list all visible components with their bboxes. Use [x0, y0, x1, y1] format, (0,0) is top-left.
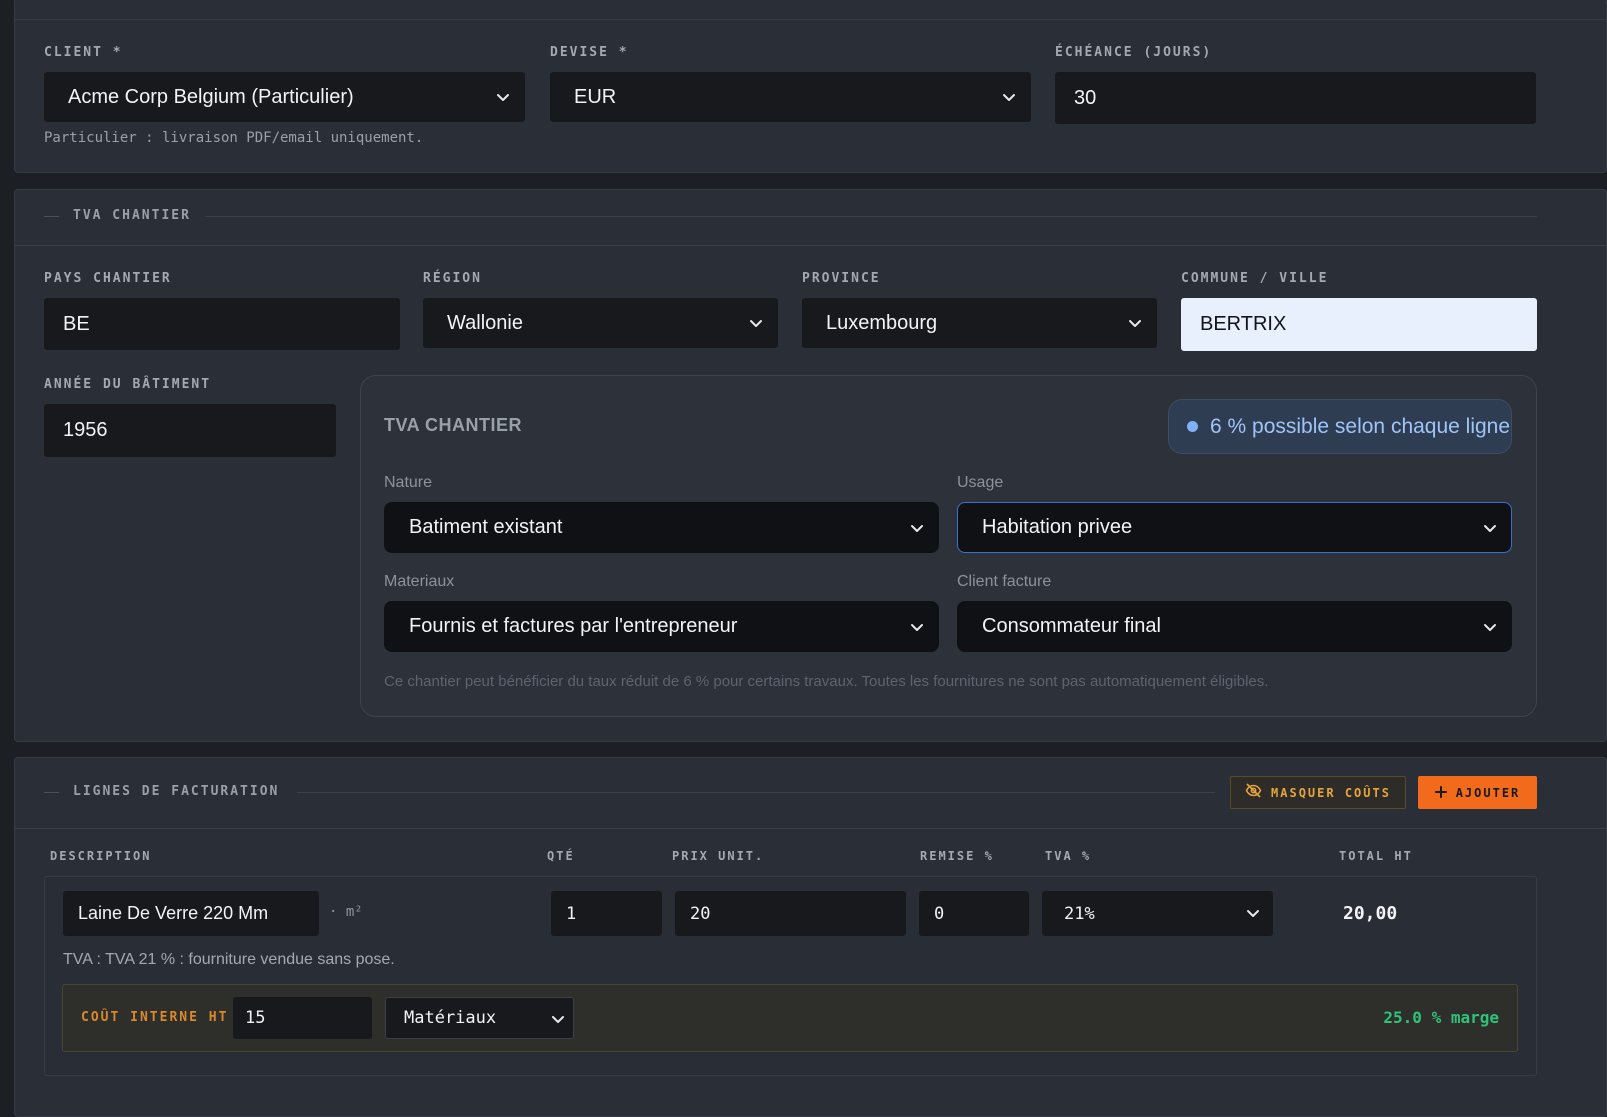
- region-select-value: Wallonie: [447, 311, 523, 334]
- margin-value: 25.0 % marge: [1383, 1008, 1499, 1027]
- line-total: 20,00: [1343, 903, 1398, 924]
- cost-category-select[interactable]: Matériaux: [385, 997, 574, 1039]
- add-line-label: AJOUTER: [1455, 785, 1521, 800]
- client-select[interactable]: Acme Corp Belgium (Particulier): [44, 72, 525, 122]
- title-dash: [44, 216, 59, 217]
- column-header-price: PRIX UNIT.: [672, 849, 765, 863]
- unit-label: · m²: [329, 904, 363, 920]
- chevron-down-icon: [1126, 314, 1144, 332]
- column-header-tva: TVA %: [1045, 849, 1092, 863]
- qty-input[interactable]: 1: [551, 891, 662, 936]
- annee-input[interactable]: 1956: [44, 404, 336, 457]
- title-rule: [297, 792, 1215, 793]
- panel-top-divider: [15, 19, 1607, 20]
- devise-select[interactable]: EUR: [550, 72, 1031, 122]
- tva-card-note: Ce chantier peut bénéficier du taux rédu…: [384, 673, 1269, 690]
- tva-select-value: 21%: [1064, 903, 1095, 924]
- client-label: CLIENT *: [44, 45, 123, 60]
- description-input-value: Laine De Verre 220 Mm: [78, 903, 269, 923]
- tva-select[interactable]: 21%: [1042, 891, 1273, 936]
- lignes-title: LIGNES DE FACTURATION: [73, 784, 280, 799]
- client-hint: Particulier : livraison PDF/email unique…: [44, 130, 424, 146]
- panel-divider: [15, 245, 1607, 246]
- echeance-label: ÉCHÉANCE (JOURS): [1055, 45, 1213, 60]
- region-label: RÉGION: [423, 271, 482, 286]
- cost-category-select-value: Matériaux: [404, 1008, 497, 1028]
- usage-label: Usage: [957, 474, 1004, 491]
- chevron-down-icon: [1244, 904, 1262, 927]
- internal-cost-label: COÛT INTERNE HT: [81, 1010, 229, 1025]
- chevron-down-icon: [1481, 519, 1499, 537]
- column-header-discount: REMISE %: [920, 849, 994, 863]
- chevron-down-icon: [494, 88, 512, 106]
- commune-label: COMMUNE / VILLE: [1181, 271, 1329, 286]
- usage-select-value: Habitation privee: [982, 516, 1133, 538]
- commune-input[interactable]: BERTRIX: [1181, 298, 1537, 351]
- echeance-input[interactable]: 30: [1055, 72, 1536, 124]
- price-input[interactable]: 20: [675, 891, 906, 936]
- nature-select-value: Batiment existant: [409, 516, 563, 538]
- tva-card-title: TVA CHANTIER: [384, 415, 522, 435]
- eye-off-icon: [1245, 783, 1262, 802]
- client-facture-select[interactable]: Consommateur final: [957, 601, 1512, 652]
- chevron-down-icon: [1481, 618, 1499, 636]
- annee-label: ANNÉE DU BÂTIMENT: [44, 377, 212, 392]
- price-input-value: 20: [690, 903, 711, 924]
- hide-costs-label: MASQUER COÛTS: [1271, 785, 1391, 800]
- client-facture-select-value: Consommateur final: [982, 615, 1161, 637]
- nature-label: Nature: [384, 474, 433, 491]
- tva-line-note: TVA : TVA 21 % : fourniture vendue sans …: [63, 951, 395, 968]
- plus-icon: [1434, 783, 1447, 802]
- tva-chantier-title: TVA CHANTIER: [73, 208, 191, 223]
- panel-divider: [15, 828, 1607, 829]
- echeance-input-value: 30: [1074, 86, 1097, 109]
- region-select[interactable]: Wallonie: [423, 298, 778, 348]
- materiaux-select-value: Fournis et factures par l'entrepreneur: [409, 615, 738, 637]
- pays-label: PAYS CHANTIER: [44, 271, 172, 286]
- province-select[interactable]: Luxembourg: [802, 298, 1157, 348]
- chevron-down-icon: [549, 1010, 567, 1033]
- devise-label: DEVISE *: [550, 45, 629, 60]
- chevron-down-icon: [747, 314, 765, 332]
- add-line-button[interactable]: AJOUTER: [1418, 776, 1537, 809]
- devise-select-value: EUR: [574, 85, 617, 108]
- description-input[interactable]: Laine De Verre 220 Mm: [63, 891, 319, 936]
- province-select-value: Luxembourg: [826, 311, 938, 334]
- column-header-description: DESCRIPTION: [50, 849, 152, 863]
- province-label: PROVINCE: [802, 271, 881, 286]
- status-dot-icon: [1187, 421, 1198, 432]
- internal-cost-input-value: 15: [245, 1008, 266, 1028]
- discount-input-value: 0: [934, 903, 945, 924]
- title-rule: [205, 216, 1537, 217]
- pays-input[interactable]: BE: [44, 298, 400, 350]
- annee-input-value: 1956: [63, 419, 108, 441]
- tva-rate-badge: 6 % possible selon chaque ligne: [1168, 399, 1512, 454]
- title-dash: [44, 792, 59, 793]
- client-facture-label: Client facture: [957, 573, 1052, 590]
- materiaux-label: Materiaux: [384, 573, 455, 590]
- pays-input-value: BE: [63, 312, 90, 335]
- chevron-down-icon: [908, 519, 926, 537]
- nature-select[interactable]: Batiment existant: [384, 502, 939, 553]
- internal-cost-input[interactable]: 15: [233, 997, 372, 1039]
- discount-input[interactable]: 0: [919, 891, 1029, 936]
- chevron-down-icon: [1000, 88, 1018, 106]
- usage-select[interactable]: Habitation privee: [957, 502, 1512, 553]
- materiaux-select[interactable]: Fournis et factures par l'entrepreneur: [384, 601, 939, 652]
- column-header-total: TOTAL HT: [1339, 849, 1413, 863]
- qty-input-value: 1: [566, 903, 577, 924]
- commune-input-value: BERTRIX: [1200, 313, 1287, 335]
- hide-costs-button[interactable]: MASQUER COÛTS: [1230, 776, 1406, 809]
- tva-rate-badge-label: 6 % possible selon chaque ligne: [1210, 414, 1511, 438]
- client-select-value: Acme Corp Belgium (Particulier): [68, 85, 354, 108]
- column-header-qty: QTÉ: [547, 849, 575, 863]
- chevron-down-icon: [908, 618, 926, 636]
